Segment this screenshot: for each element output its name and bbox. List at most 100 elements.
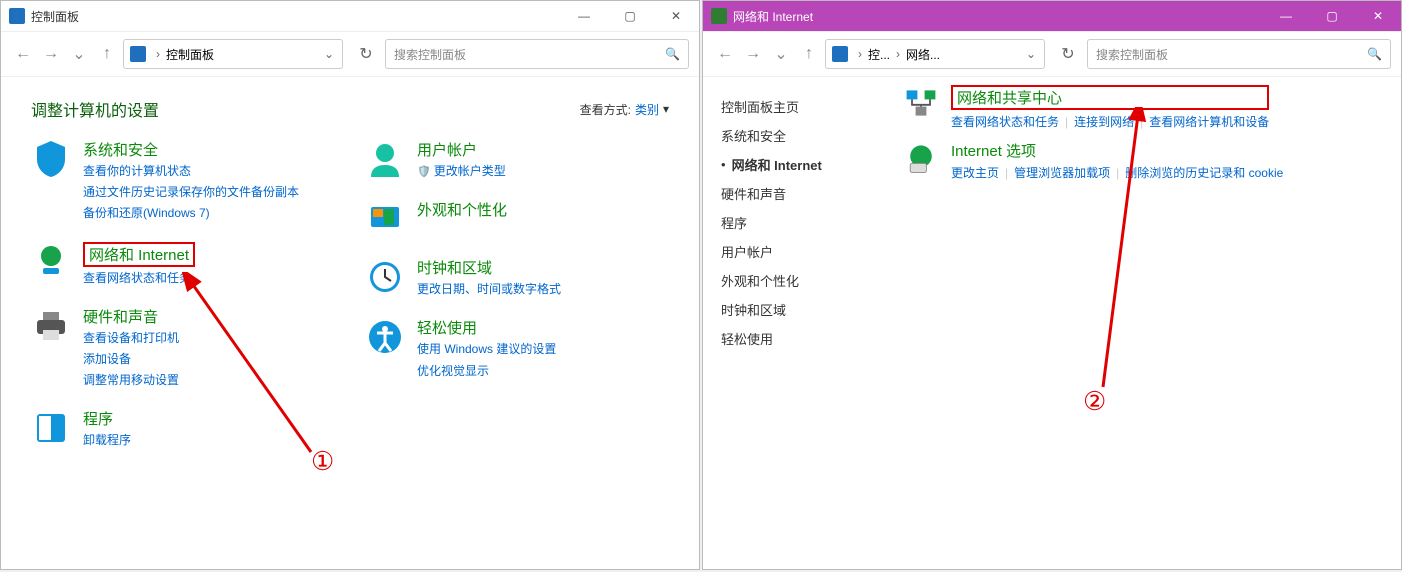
recent-dropdown[interactable]: ⌄	[67, 42, 91, 66]
chevron-down-icon[interactable]: ⌄	[324, 47, 334, 61]
address-crumb[interactable]: 网络...	[906, 46, 940, 63]
category-link[interactable]: 调整常用移动设置	[83, 371, 179, 390]
address-icon	[832, 46, 848, 62]
up-button[interactable]: ↑	[95, 42, 119, 66]
search-placeholder: 搜索控制面板	[394, 46, 466, 63]
refresh-button[interactable]: ↻	[351, 39, 381, 69]
category-link[interactable]: 通过文件历史记录保存你的文件备份副本	[83, 183, 299, 202]
group-title[interactable]: Internet 选项	[951, 140, 1283, 161]
maximize-button[interactable]: ▢	[607, 1, 653, 31]
chevron-icon: ›	[858, 47, 862, 61]
back-button[interactable]: ←	[713, 42, 737, 66]
network-internet-window: 网络和 Internet — ▢ ✕ ← → ⌄ ↑ › 控... › 网络..…	[702, 0, 1402, 570]
highlight-box: 网络和共享中心	[951, 85, 1269, 110]
address-icon	[130, 46, 146, 62]
sidebar-item-users[interactable]: 用户帐户	[721, 242, 883, 261]
sidebar-item-appearance[interactable]: 外观和个性化	[721, 271, 883, 290]
up-button[interactable]: ↑	[797, 42, 821, 66]
category-link[interactable]: 优化视觉显示	[417, 362, 556, 381]
category-link[interactable]: 查看网络状态和任务	[83, 269, 195, 288]
category-clock-region: 时钟和区域 更改日期、时间或数字格式	[365, 257, 669, 299]
content-area: 调整计算机的设置 查看方式: 类别 ▾ 系统和安全 查看你的计算机状态 通过文件…	[1, 77, 699, 569]
shield-icon	[31, 139, 71, 179]
viewby-label: 查看方式:	[580, 101, 631, 118]
category-title[interactable]: 网络和 Internet	[89, 247, 189, 264]
titlebar[interactable]: 控制面板 — ▢ ✕	[1, 1, 699, 31]
left-column: 系统和安全 查看你的计算机状态 通过文件历史记录保存你的文件备份副本 备份和还原…	[31, 139, 335, 469]
chevron-down-icon[interactable]: ⌄	[1026, 47, 1036, 61]
sidebar: 控制面板主页 系统和安全 网络和 Internet 硬件和声音 程序 用户帐户 …	[703, 77, 893, 569]
category-programs: 程序 卸载程序	[31, 408, 335, 450]
group-link[interactable]: 更改主页	[951, 164, 999, 181]
programs-icon	[31, 408, 71, 448]
chevron-icon: ›	[156, 47, 160, 61]
category-link[interactable]: 使用 Windows 建议的设置	[417, 340, 556, 359]
category-title[interactable]: 外观和个性化	[417, 199, 507, 220]
search-placeholder: 搜索控制面板	[1096, 46, 1168, 63]
clock-icon	[365, 257, 405, 297]
address-crumb[interactable]: 控制面板	[166, 46, 214, 63]
category-link[interactable]: 添加设备	[83, 350, 179, 369]
group-link[interactable]: 查看网络状态和任务	[951, 113, 1059, 130]
window-title: 网络和 Internet	[733, 8, 813, 25]
category-link[interactable]: 卸载程序	[83, 431, 131, 450]
category-link[interactable]: 备份和还原(Windows 7)	[83, 204, 299, 223]
maximize-button[interactable]: ▢	[1309, 1, 1355, 31]
category-system-security: 系统和安全 查看你的计算机状态 通过文件历史记录保存你的文件备份副本 备份和还原…	[31, 139, 335, 224]
category-title[interactable]: 硬件和声音	[83, 306, 179, 327]
app-icon	[9, 8, 25, 24]
sidebar-item-programs[interactable]: 程序	[721, 213, 883, 232]
group-link[interactable]: 删除浏览的历史记录和 cookie	[1125, 164, 1283, 181]
search-input[interactable]: 搜索控制面板 🔍	[1087, 39, 1391, 69]
sidebar-item-system[interactable]: 系统和安全	[721, 126, 883, 145]
address-bar[interactable]: › 控... › 网络... ⌄	[825, 39, 1045, 69]
category-link[interactable]: 查看你的计算机状态	[83, 162, 299, 181]
category-link[interactable]: 查看设备和打印机	[83, 329, 179, 348]
group-title[interactable]: 网络和共享中心	[957, 90, 1062, 107]
category-hardware-sound: 硬件和声音 查看设备和打印机 添加设备 调整常用移动设置	[31, 306, 335, 391]
back-button[interactable]: ←	[11, 42, 35, 66]
search-icon: 🔍	[1367, 47, 1382, 61]
minimize-button[interactable]: —	[561, 1, 607, 31]
content-area: 控制面板主页 系统和安全 网络和 Internet 硬件和声音 程序 用户帐户 …	[703, 77, 1401, 569]
group-link[interactable]: 查看网络计算机和设备	[1149, 113, 1269, 130]
sidebar-item-clock[interactable]: 时钟和区域	[721, 300, 883, 319]
forward-button[interactable]: →	[741, 42, 765, 66]
minimize-button[interactable]: —	[1263, 1, 1309, 31]
group-network-sharing: 网络和共享中心 查看网络状态和任务| 连接到网络| 查看网络计算机和设备	[903, 85, 1391, 130]
address-bar[interactable]: › 控制面板 ⌄	[123, 39, 343, 69]
category-link[interactable]: 更改日期、时间或数字格式	[417, 280, 561, 299]
category-title[interactable]: 系统和安全	[83, 139, 299, 160]
category-title[interactable]: 轻松使用	[417, 317, 556, 338]
group-internet-options: Internet 选项 更改主页| 管理浏览器加载项| 删除浏览的历史记录和 c…	[903, 140, 1391, 181]
control-panel-window: 控制面板 — ▢ ✕ ← → ⌄ ↑ › 控制面板 ⌄ ↻ 搜索控制面板 🔍 调…	[0, 0, 700, 570]
titlebar[interactable]: 网络和 Internet — ▢ ✕	[703, 1, 1401, 31]
group-link[interactable]: 管理浏览器加载项	[1014, 164, 1110, 181]
annotation-number: ②	[1083, 387, 1106, 417]
right-column: 用户帐户 🛡️更改帐户类型 外观和个性化 时钟和区域 更改日期、时间或数字格式	[365, 139, 669, 469]
sidebar-item-home[interactable]: 控制面板主页	[721, 97, 883, 116]
close-button[interactable]: ✕	[653, 1, 699, 31]
sidebar-item-hardware[interactable]: 硬件和声音	[721, 184, 883, 203]
category-link[interactable]: 更改帐户类型	[434, 162, 506, 181]
category-title[interactable]: 时钟和区域	[417, 257, 561, 278]
view-by[interactable]: 查看方式: 类别 ▾	[580, 101, 669, 118]
accessibility-icon	[365, 317, 405, 357]
close-button[interactable]: ✕	[1355, 1, 1401, 31]
page-heading: 调整计算机的设置	[31, 97, 159, 121]
recent-dropdown[interactable]: ⌄	[769, 42, 793, 66]
category-title[interactable]: 程序	[83, 408, 131, 429]
category-title[interactable]: 用户帐户	[417, 139, 506, 160]
refresh-button[interactable]: ↻	[1053, 39, 1083, 69]
sidebar-item-ease[interactable]: 轻松使用	[721, 329, 883, 348]
address-crumb[interactable]: 控...	[868, 46, 890, 63]
viewby-value[interactable]: 类别	[635, 101, 659, 118]
category-network-internet: 网络和 Internet 查看网络状态和任务	[31, 242, 335, 288]
search-input[interactable]: 搜索控制面板 🔍	[385, 39, 689, 69]
globe-icon	[31, 242, 71, 282]
chevron-down-icon: ▾	[663, 102, 669, 116]
group-link[interactable]: 连接到网络	[1074, 113, 1134, 130]
forward-button[interactable]: →	[39, 42, 63, 66]
chevron-icon: ›	[896, 47, 900, 61]
sidebar-item-network[interactable]: 网络和 Internet	[732, 155, 822, 174]
